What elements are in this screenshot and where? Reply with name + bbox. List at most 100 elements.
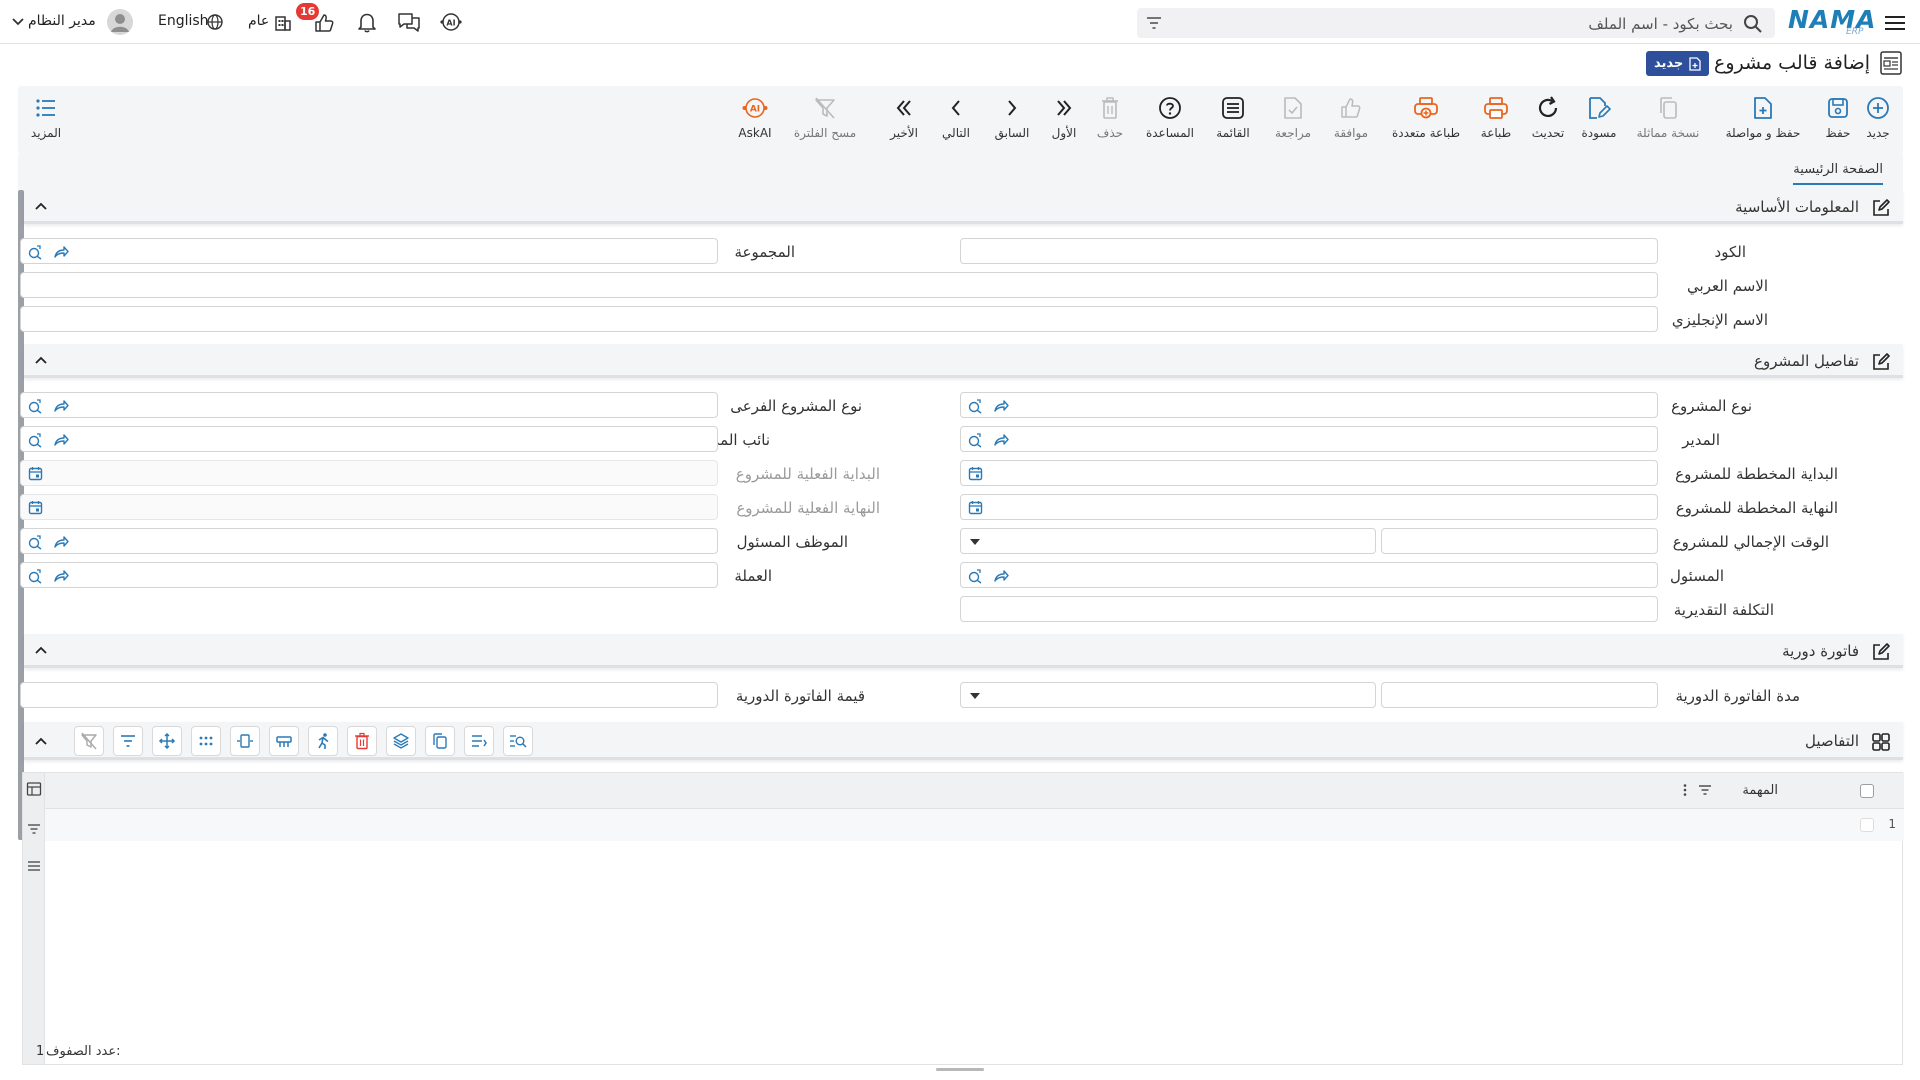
tab-main[interactable]: الصفحة الرئيسية bbox=[1793, 162, 1883, 185]
planned-start-date[interactable] bbox=[960, 460, 1658, 486]
chevron-up-icon[interactable] bbox=[34, 734, 48, 748]
grid-fit-width-button[interactable] bbox=[230, 726, 260, 756]
grid-add-rows-button[interactable] bbox=[464, 726, 494, 756]
chevron-up-icon[interactable] bbox=[34, 199, 48, 213]
column-filter-icon[interactable] bbox=[1698, 783, 1712, 797]
previous-button[interactable]: السابق bbox=[988, 86, 1036, 154]
scope-label[interactable]: عام bbox=[248, 13, 269, 29]
draft-button[interactable]: مسودة bbox=[1574, 86, 1624, 154]
calendar-icon[interactable] bbox=[28, 500, 43, 515]
column-menu-icon[interactable] bbox=[1682, 783, 1688, 797]
actual-start-date[interactable] bbox=[20, 460, 718, 486]
section-periodic-invoice[interactable]: فاتورة دورية bbox=[24, 634, 1903, 668]
share-arrow-icon[interactable] bbox=[53, 244, 69, 260]
approve-button[interactable]: موافقة bbox=[1326, 86, 1376, 154]
clear-filter-button[interactable]: مسح الفلترة bbox=[790, 86, 860, 154]
share-arrow-icon[interactable] bbox=[993, 432, 1009, 448]
new-button[interactable]: جديد bbox=[1858, 86, 1898, 154]
group-lookup[interactable] bbox=[20, 238, 718, 264]
resize-handle[interactable] bbox=[936, 1068, 984, 1071]
calendar-icon[interactable] bbox=[968, 466, 983, 481]
user-name[interactable]: مدير النظام bbox=[28, 13, 96, 29]
total-time-unit-select[interactable] bbox=[960, 528, 1376, 554]
search-refresh-icon[interactable] bbox=[27, 568, 43, 584]
search-refresh-icon[interactable] bbox=[27, 534, 43, 550]
english-name-input[interactable] bbox=[20, 306, 1658, 332]
first-button[interactable]: الأول bbox=[1044, 86, 1084, 154]
invoice-value-input[interactable] bbox=[20, 682, 718, 708]
grid-delete-button[interactable] bbox=[347, 726, 377, 756]
askai-button[interactable]: AI AskAI bbox=[730, 86, 780, 154]
invoice-period-input[interactable] bbox=[1381, 682, 1658, 708]
brand-logo[interactable]: NAMA ERP bbox=[1788, 5, 1876, 37]
total-time-input[interactable] bbox=[1381, 528, 1658, 554]
last-button[interactable]: الأخير bbox=[882, 86, 926, 154]
duplicate-button[interactable]: نسخة مماثلة bbox=[1628, 86, 1708, 154]
filter-panel-icon[interactable] bbox=[26, 821, 42, 837]
responsible-lookup[interactable] bbox=[960, 562, 1658, 588]
currency-lookup[interactable] bbox=[20, 562, 718, 588]
columns-icon[interactable] bbox=[26, 781, 42, 797]
more-button[interactable]: المزيد bbox=[24, 86, 68, 154]
deputy-manager-lookup[interactable] bbox=[20, 426, 718, 452]
share-arrow-icon[interactable] bbox=[993, 568, 1009, 584]
menu-icon[interactable] bbox=[1881, 12, 1909, 34]
language-switch[interactable]: English bbox=[158, 13, 209, 29]
section-basic-info[interactable]: المعلومات الأساسية bbox=[24, 190, 1903, 224]
list-button[interactable]: القائمة bbox=[1208, 86, 1258, 154]
section-details-grid[interactable]: التفاصيل bbox=[24, 722, 1903, 760]
section-project-details[interactable]: تفاصيل المشروع bbox=[24, 344, 1903, 378]
search-box[interactable]: بحث بكود - اسم الملف bbox=[1137, 8, 1775, 38]
manager-lookup[interactable] bbox=[960, 426, 1658, 452]
search-refresh-icon[interactable] bbox=[967, 432, 983, 448]
grid-table-button[interactable] bbox=[269, 726, 299, 756]
planned-end-date[interactable] bbox=[960, 494, 1658, 520]
refresh-button[interactable]: تحديث bbox=[1526, 86, 1570, 154]
search-refresh-icon[interactable] bbox=[27, 398, 43, 414]
responsible-employee-lookup[interactable] bbox=[20, 528, 718, 554]
grid-move-button[interactable] bbox=[152, 726, 182, 756]
grid-filter-button[interactable] bbox=[113, 726, 143, 756]
estimated-cost-input[interactable] bbox=[960, 596, 1658, 622]
grid-layers-button[interactable] bbox=[386, 726, 416, 756]
grid-dots-button[interactable] bbox=[191, 726, 221, 756]
chevron-down-icon[interactable] bbox=[10, 12, 26, 32]
chat-icon[interactable] bbox=[396, 10, 422, 34]
share-arrow-icon[interactable] bbox=[53, 568, 69, 584]
share-arrow-icon[interactable] bbox=[53, 432, 69, 448]
calendar-icon[interactable] bbox=[968, 500, 983, 515]
grid-clear-filter-button[interactable] bbox=[74, 726, 104, 756]
grid-run-button[interactable] bbox=[308, 726, 338, 756]
search-refresh-icon[interactable] bbox=[967, 398, 983, 414]
project-type-lookup[interactable] bbox=[960, 392, 1658, 418]
share-arrow-icon[interactable] bbox=[993, 398, 1009, 414]
search-icon[interactable] bbox=[1743, 14, 1763, 34]
print-button[interactable]: طباعة bbox=[1474, 86, 1518, 154]
delete-button[interactable]: حذف bbox=[1090, 86, 1130, 154]
code-input[interactable] bbox=[960, 238, 1658, 264]
row-checkbox[interactable] bbox=[1860, 818, 1874, 832]
grid-copy-button[interactable] bbox=[425, 726, 455, 756]
calendar-icon[interactable] bbox=[28, 466, 43, 481]
bell-icon[interactable] bbox=[355, 10, 379, 34]
next-button[interactable]: التالي bbox=[934, 86, 978, 154]
ai-assistant-icon[interactable]: AI bbox=[438, 10, 464, 34]
actual-end-date[interactable] bbox=[20, 494, 718, 520]
search-refresh-icon[interactable] bbox=[27, 244, 43, 260]
menu-lines-icon[interactable] bbox=[26, 858, 42, 874]
save-button[interactable]: حفظ bbox=[1818, 86, 1858, 154]
share-arrow-icon[interactable] bbox=[53, 398, 69, 414]
save-continue-button[interactable]: حفظ و مواصلة bbox=[1718, 86, 1808, 154]
invoice-period-unit-select[interactable] bbox=[960, 682, 1376, 708]
globe-icon[interactable] bbox=[206, 13, 224, 31]
grid-search-button[interactable] bbox=[503, 726, 533, 756]
building-icon[interactable] bbox=[272, 11, 294, 33]
help-button[interactable]: المساعدة bbox=[1140, 86, 1200, 154]
filter-icon[interactable] bbox=[1145, 15, 1163, 31]
user-avatar-icon[interactable] bbox=[106, 8, 134, 36]
column-header-task[interactable]: المهمة bbox=[1742, 783, 1778, 798]
multi-print-button[interactable]: طباعة متعددة bbox=[1386, 86, 1466, 154]
chevron-up-icon[interactable] bbox=[34, 643, 48, 657]
search-refresh-icon[interactable] bbox=[967, 568, 983, 584]
table-row[interactable]: 1 bbox=[45, 809, 1904, 841]
